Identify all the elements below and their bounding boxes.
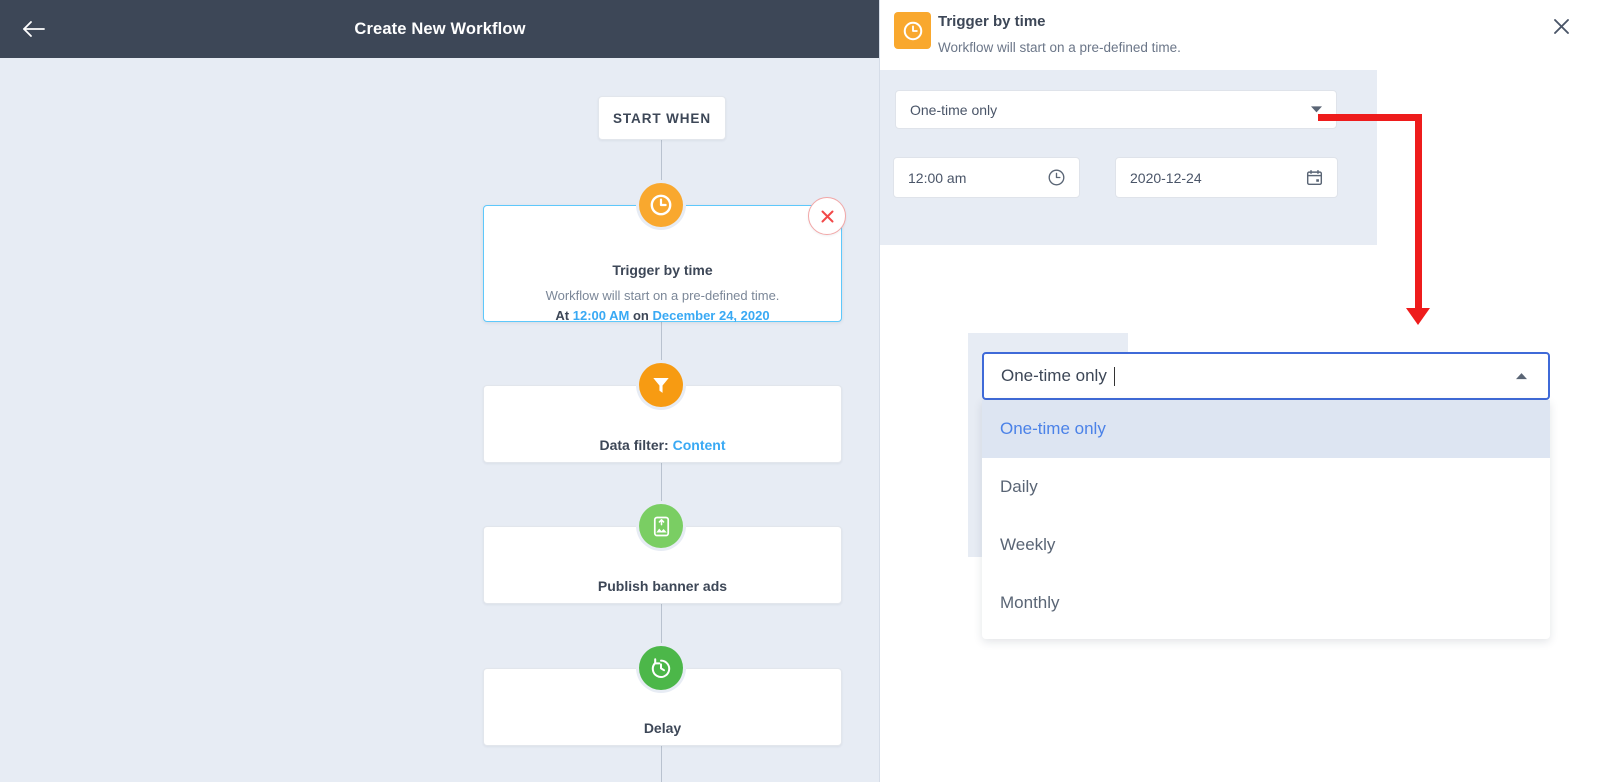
data-filter-prefix: Data filter: [599,437,673,453]
node-title-delay: Delay [643,720,682,736]
dropdown-option-label: Monthly [1000,593,1060,612]
dropdown-option-one-time-only[interactable]: One-time only [982,400,1550,458]
start-when-label: START WHEN [613,110,711,126]
node-title-trigger: Trigger by time [612,262,713,278]
node-title-publish-wrap: Publish banner ads [484,578,841,594]
frequency-dropdown: One-time only One-time only Daily Weekly… [982,352,1550,639]
date-input[interactable]: 2020-12-24 [1115,157,1338,198]
desc-prefix: At [555,308,573,323]
annotation-arrow-head [1406,308,1430,325]
chevron-down-icon [1311,106,1322,113]
node-desc-schedule-line: At 12:00 AM on December 24, 2020 [484,306,841,326]
text-caret [1113,366,1115,386]
node-desc-trigger: Workflow will start on a pre-defined tim… [484,286,841,326]
desc-date-value: December 24, 2020 [652,308,770,323]
close-icon [821,210,833,222]
data-filter-value: Content [672,437,726,453]
node-title-delay-wrap: Delay [484,720,841,736]
node-title-publish-banner-ads: Publish banner ads [597,578,728,594]
frequency-dropdown-list: One-time only Daily Weekly Monthly [982,400,1550,639]
node-icon-badge-clock [639,183,683,227]
node-icon-badge-funnel [639,363,683,407]
node-icon-badge-publish [639,504,683,548]
page-title: Create New Workflow [354,19,526,38]
frequency-dropdown-toggle[interactable] [1515,372,1528,381]
workflow-canvas-pane: Create New Workflow START WHEN Trigger b… [0,0,880,782]
connector-line-5 [661,745,662,782]
frequency-dropdown-input[interactable]: One-time only [982,352,1550,400]
remove-node-button[interactable] [808,197,846,235]
canvas-area: START WHEN Trigger by time Workflow will… [0,58,880,782]
start-when-chip[interactable]: START WHEN [598,96,726,140]
image-upload-icon [653,516,669,536]
desc-mid: on [629,308,653,323]
panel-clock-icon-tile [894,12,931,49]
chevron-up-icon [1516,373,1527,380]
workflow-builder-screen: Create New Workflow START WHEN Trigger b… [0,0,1600,782]
time-input-icon[interactable] [1047,168,1066,187]
annotation-arrow-horizontal [1318,114,1422,121]
calendar-icon [1306,169,1323,186]
date-input-icon[interactable] [1305,168,1324,187]
time-input[interactable]: 12:00 am [893,157,1080,198]
frequency-select[interactable]: One-time only [895,90,1337,129]
panel-header: Trigger by time Workflow will start on a… [880,0,1600,70]
node-title-data-filter-wrap: Data filter: Content [484,437,841,453]
frequency-dropdown-input-value: One-time only [1001,366,1107,385]
dropdown-option-daily[interactable]: Daily [982,458,1550,516]
app-header: Create New Workflow [0,0,880,58]
dropdown-option-label: One-time only [1000,419,1106,438]
dropdown-option-monthly[interactable]: Monthly [982,574,1550,632]
node-icon-badge-delay [639,646,683,690]
frequency-select-value: One-time only [910,101,998,118]
clock-icon [903,21,922,40]
funnel-icon [653,378,669,393]
panel-close-button[interactable] [1548,13,1574,39]
close-icon [1553,18,1569,34]
clock-icon [1048,169,1065,186]
annotation-arrow-vertical [1415,114,1422,310]
panel-title: Trigger by time [938,13,1046,30]
panel-subtitle: Workflow will start on a pre-defined tim… [938,40,1181,55]
node-title-data-filter: Data filter: Content [484,437,841,453]
frequency-select-chevron [1310,105,1323,114]
clock-icon [650,194,672,216]
date-input-value: 2020-12-24 [1130,169,1202,186]
dropdown-option-label: Daily [1000,477,1038,496]
dropdown-option-label: Weekly [1000,535,1056,554]
time-input-value: 12:00 am [908,169,967,186]
dropdown-option-weekly[interactable]: Weekly [982,516,1550,574]
desc-time-value: 12:00 AM [572,308,630,323]
trigger-form-block: One-time only 12:00 am 2020-12-24 [880,70,1377,245]
stopwatch-icon [651,658,671,678]
